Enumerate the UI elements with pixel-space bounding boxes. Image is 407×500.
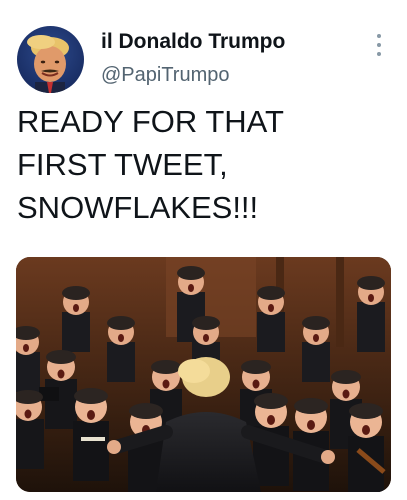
tweet-text-line: READY FOR THAT [17,104,284,139]
menu-dot [377,43,381,47]
menu-dot [377,34,381,38]
menu-dot [377,52,381,56]
tweet-text-line: SNOWFLAKES!!! [17,190,259,225]
tweet-text: READY FOR THAT FIRST TWEET, SNOWFLAKES!!… [17,100,397,229]
author-display-name[interactable]: il Donaldo Trumpo [101,30,285,54]
profile-avatar[interactable] [17,26,84,93]
author-handle[interactable]: @PapiTrumpo [101,64,230,87]
tweet: il Donaldo Trumpo @PapiTrumpo READY FOR … [0,0,407,500]
choir-photo[interactable] [16,257,391,492]
tweet-text-line: FIRST TWEET, [17,147,228,182]
more-vertical-icon[interactable] [372,34,386,56]
